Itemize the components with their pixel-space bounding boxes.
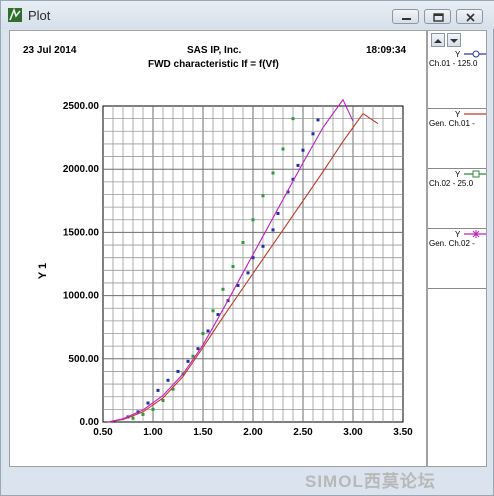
data-point	[251, 218, 255, 222]
legend-y-label: Y	[455, 50, 461, 59]
data-point	[281, 147, 285, 151]
data-point	[131, 416, 135, 420]
chart-canvas: 0.50 1.00 1.50 2.00 2.50 3.00 3.50 0.00 500.00 10…	[37, 98, 413, 438]
data-point	[166, 378, 170, 382]
data-point	[301, 148, 305, 152]
data-point	[201, 332, 205, 336]
chevron-up-icon	[434, 39, 442, 43]
x-tick-label: 0.50	[93, 427, 113, 438]
data-point	[241, 241, 245, 245]
y-tick-label: 1500.00	[63, 227, 100, 238]
legend-y-label: Y	[455, 230, 461, 239]
data-point	[141, 412, 145, 416]
x-tick-label: 1.00	[143, 427, 163, 438]
legend-asterisk	[472, 230, 480, 238]
close-button[interactable]	[456, 9, 483, 24]
data-point	[276, 211, 280, 215]
minimize-icon	[402, 18, 411, 20]
plot-area: 23 Jul 2014 SAS IP, Inc. 18:09:34 FWD ch…	[9, 30, 427, 467]
legend-marker-circle-icon	[464, 50, 486, 58]
x-tick-label: 2.00	[243, 427, 263, 438]
data-point	[176, 369, 180, 373]
data-point	[261, 194, 265, 198]
y-tick-label: 500.00	[68, 354, 99, 365]
legend-marker-line-icon	[464, 113, 486, 115]
legend-item[interactable]: Y Gen. Ch.02 -	[428, 229, 486, 289]
data-point	[261, 244, 265, 248]
app-icon	[8, 8, 22, 22]
plot-window: Plot 23 Jul 2014 SAS IP, Inc. 18:09:34 F…	[0, 0, 494, 496]
data-point	[206, 329, 210, 333]
x-tick-label: 2.50	[293, 427, 313, 438]
x-tick-label: 1.50	[193, 427, 213, 438]
title-bar[interactable]: Plot	[1, 1, 494, 29]
data-point	[296, 163, 300, 167]
legend-item[interactable]: Y Ch.01 - 125.0	[428, 49, 486, 109]
data-point	[161, 399, 165, 403]
legend-item[interactable]: Y Gen. Ch.01 -	[428, 109, 486, 169]
data-point	[221, 287, 225, 291]
close-icon	[466, 13, 475, 22]
data-point	[271, 171, 275, 175]
scroll-up-button[interactable]	[431, 33, 445, 47]
legend-y-label: Y	[455, 110, 461, 119]
y-tick-label: 2000.00	[63, 164, 100, 175]
legend-square	[472, 170, 480, 178]
restore-button[interactable]	[424, 9, 451, 24]
watermark: SIMOL西莫论坛	[305, 471, 436, 491]
data-point	[316, 118, 320, 122]
legend-panel: Y Ch.01 - 125.0 Y Gen. Ch.01 - Y Ch.02 - 25.0…	[427, 30, 487, 467]
window-title: Plot	[28, 8, 51, 23]
data-point	[186, 359, 190, 363]
data-point	[271, 228, 275, 232]
data-point	[156, 388, 160, 392]
y-axis-label: Y 1	[37, 263, 49, 279]
legend-item[interactable]: Y Ch.02 - 25.0	[428, 169, 486, 229]
x-tick-label: 3.50	[393, 427, 413, 438]
data-point	[211, 309, 215, 313]
legend-circle	[472, 50, 480, 58]
y-tick-label: 0.00	[80, 417, 100, 428]
restore-icon	[433, 13, 444, 22]
legend-series-name: Ch.01 - 125.0	[429, 59, 478, 68]
legend-series-name: Ch.02 - 25.0	[429, 179, 474, 188]
data-point	[151, 407, 155, 411]
legend-series-name: Gen. Ch.01 -	[429, 119, 475, 128]
data-point	[146, 401, 150, 405]
minimize-button[interactable]	[392, 9, 419, 24]
y-tick-label: 2500.00	[63, 101, 100, 112]
legend-marker-square-icon	[464, 170, 486, 178]
data-point	[231, 265, 235, 269]
data-point	[311, 132, 315, 136]
chart-grid	[102, 105, 404, 423]
data-point	[291, 117, 295, 121]
y-tick-label: 1000.00	[63, 291, 100, 302]
x-tick-label: 3.00	[343, 427, 363, 438]
scroll-down-button[interactable]	[447, 33, 461, 47]
watermark-text: SIMOL西莫论坛	[305, 471, 436, 491]
legend-marker-asterisk-icon	[464, 230, 486, 238]
legend-series-name: Gen. Ch.02 -	[429, 239, 475, 248]
chevron-down-icon	[450, 39, 458, 43]
data-point	[246, 271, 250, 275]
legend-y-label: Y	[455, 170, 461, 179]
